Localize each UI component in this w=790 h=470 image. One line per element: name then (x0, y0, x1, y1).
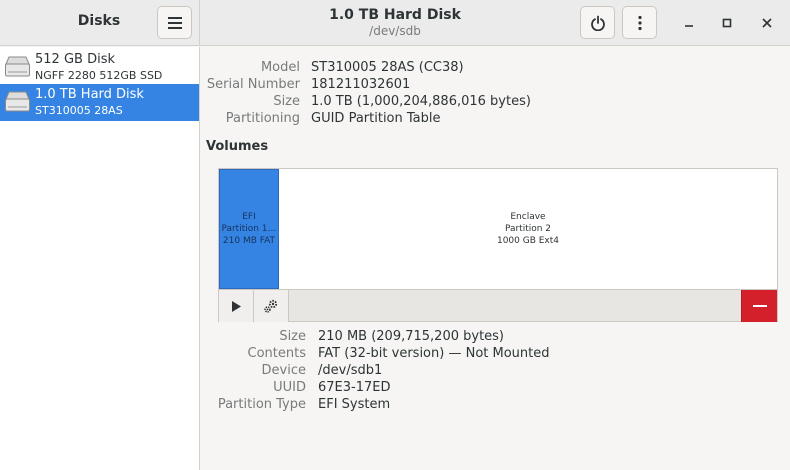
main-menu-button[interactable] (157, 6, 192, 39)
contents-label: Contents (247, 346, 306, 361)
hamburger-menu-icon (167, 16, 182, 29)
gears-icon (264, 299, 278, 313)
delete-partition-button[interactable] (741, 290, 777, 322)
maximize-icon (722, 18, 732, 28)
disk-list-item-selected[interactable]: 1.0 TB Hard Disk ST310005 28AS (0, 84, 199, 121)
device-label: Device (261, 363, 306, 378)
power-off-button[interactable] (580, 6, 615, 39)
disk-list-item[interactable]: 512 GB Disk NGFF 2280 512GB SSD (0, 49, 199, 86)
partition-size-type: 210 MB FAT (222, 236, 276, 246)
volume-toolbar (219, 289, 777, 322)
partitioning-label: Partitioning (225, 111, 300, 126)
disk-title: 1.0 TB Hard Disk (329, 7, 461, 23)
window-title: 1.0 TB Hard Disk /dev/sdb (200, 7, 590, 38)
close-button[interactable] (755, 11, 779, 35)
device-value: /dev/sdb1 (318, 363, 383, 378)
disk-name: 1.0 TB Hard Disk (35, 87, 144, 102)
size-value: 1.0 TB (1,000,204,886,016 bytes) (311, 94, 531, 109)
power-icon (590, 15, 605, 31)
disk-description: NGFF 2280 512GB SSD (35, 69, 163, 82)
uuid-value: 67E3-17ED (318, 380, 391, 395)
maximize-button[interactable] (715, 11, 739, 35)
partition-segment-selected[interactable]: EFI Partition 1… 210 MB FAT (219, 169, 279, 289)
volumes-heading: Volumes (206, 139, 269, 154)
hard-disk-icon (5, 56, 30, 77)
partition-size-type: 1000 GB Ext4 (496, 236, 560, 246)
contents-value: FAT (32-bit version) — Not Mounted (318, 346, 550, 361)
minimize-button[interactable] (677, 11, 701, 35)
vertical-ellipsis-icon (637, 15, 642, 30)
partition-size-value: 210 MB (209,715,200 bytes) (318, 329, 505, 344)
partition-settings-button[interactable] (254, 290, 289, 322)
disk-device-path: /dev/sdb (369, 24, 421, 38)
play-icon (232, 300, 241, 312)
disk-list-sidebar: 512 GB Disk NGFF 2280 512GB SSD 1.0 TB H… (0, 47, 200, 470)
minimize-icon (685, 25, 693, 27)
partition-number: Partition 1… (221, 224, 277, 234)
model-value: ST310005 28AS (CC38) (311, 60, 464, 75)
sidebar-header: Disks (0, 0, 200, 46)
drive-options-button[interactable] (622, 6, 657, 39)
volumes-graphic: EFI Partition 1… 210 MB FAT Enclave Part… (218, 168, 778, 322)
partition-size-label: Size (279, 329, 306, 344)
serial-number-label: Serial Number (206, 77, 300, 92)
size-label: Size (273, 94, 300, 109)
partition-number: Partition 2 (504, 224, 552, 234)
hard-disk-icon (5, 91, 30, 112)
serial-number-value: 181211032601 (311, 77, 411, 92)
uuid-label: UUID (273, 380, 306, 395)
disk-name: 512 GB Disk (35, 52, 115, 67)
disk-description: ST310005 28AS (35, 104, 123, 117)
minus-icon (752, 305, 767, 307)
partition-type-value: EFI System (318, 397, 391, 412)
partition-label: Enclave (510, 212, 546, 222)
model-label: Model (260, 60, 300, 75)
partitioning-value: GUID Partition Table (311, 111, 441, 126)
close-icon (762, 18, 772, 28)
partition-type-label: Partition Type (217, 397, 306, 412)
partition-segment[interactable]: Enclave Partition 2 1000 GB Ext4 (279, 169, 777, 289)
mount-button[interactable] (219, 290, 254, 322)
partition-label: EFI (242, 212, 256, 222)
